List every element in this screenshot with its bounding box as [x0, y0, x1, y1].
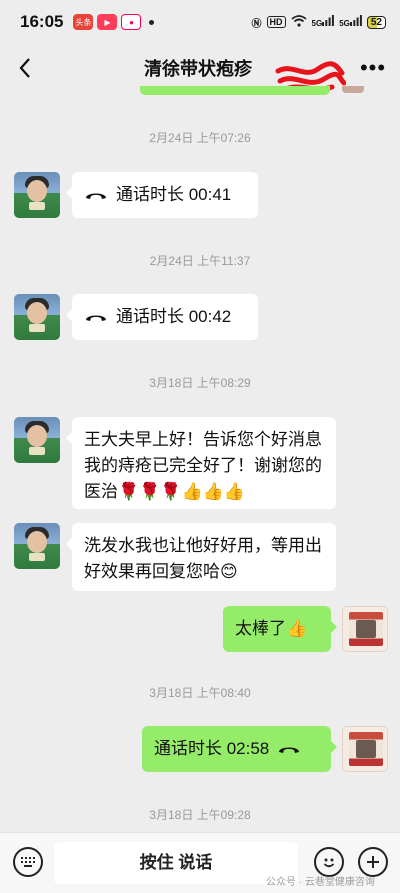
timestamp: 2月24日 上午11:37: [149, 254, 251, 268]
my-avatar[interactable]: [342, 726, 388, 772]
smiley-icon: [323, 858, 335, 868]
my-call-record-bubble[interactable]: 通话时长 02:58: [142, 726, 337, 772]
chat-input-bar: 按住 说话 公众号 · 云巷堂健康咨询: [0, 832, 400, 893]
phone-hangup-icon: [86, 193, 106, 199]
video-app-icon: ▶: [97, 14, 118, 30]
signal-icon-2: 5G: [339, 15, 362, 29]
hold-to-talk-button[interactable]: 按住 说话: [54, 842, 298, 884]
system-icons: Ⓝ HD 5G 5G 52: [251, 14, 386, 30]
contact-avatar[interactable]: [14, 172, 60, 218]
notification-icons: 头条 ▶ ●: [73, 14, 155, 30]
battery-icon: 52: [366, 15, 386, 29]
more-button[interactable]: •••: [346, 44, 400, 92]
timestamp: 3月18日 上午09:28: [149, 808, 251, 822]
call-duration-text: 通话时长 00:42: [116, 307, 232, 326]
signal-icon-1: 5G: [312, 15, 335, 29]
back-button[interactable]: [0, 44, 50, 92]
watermark: 公众号 · 云巷堂健康咨询: [266, 877, 375, 888]
phone-hangup-icon: [86, 315, 106, 321]
pin-app-icon: ●: [121, 14, 142, 30]
contact-avatar[interactable]: [14, 294, 60, 340]
my-text-message-bubble[interactable]: 太棒了👍: [223, 606, 337, 652]
call-duration-text: 通话时长 00:41: [116, 185, 232, 204]
call-record-bubble[interactable]: 通话时长 00:42: [66, 294, 258, 340]
text-message-bubble[interactable]: 王大夫早上好！告诉您个好消息我的痔疮已完全好了！谢谢您的医治🌹🌹🌹👍👍👍: [66, 417, 336, 509]
keyboard-icon: [21, 857, 35, 867]
call-record-bubble[interactable]: 通话时长 00:41: [66, 172, 258, 218]
phone-hangup-icon: [279, 747, 300, 753]
contact-avatar[interactable]: [14, 523, 60, 569]
more-dots-icon: •••: [359, 55, 387, 80]
timestamp: 3月18日 上午08:40: [149, 686, 251, 700]
status-time: 16:05: [20, 12, 64, 31]
keyboard-toggle-button[interactable]: [13, 847, 43, 877]
nfc-icon: Ⓝ: [251, 18, 262, 30]
text-message-bubble[interactable]: 洗发水我也让他好好用，等用出好效果再回复您哈😊: [66, 523, 336, 591]
chat-title: 清徐带状疱疹: [50, 55, 346, 92]
timestamp: 2月24日 上午07:26: [149, 131, 251, 145]
timestamp: 3月18日 上午08:29: [149, 376, 251, 390]
status-bar: 16:05 头条 ▶ ● Ⓝ HD 5G 5G 52: [0, 0, 400, 44]
chat-title-text: 清徐带状疱疹: [144, 59, 252, 79]
toutiao-app-icon: 头条: [73, 14, 94, 30]
my-avatar[interactable]: [342, 606, 388, 652]
more-notifications-icon: [149, 19, 155, 25]
chevron-left-icon: [19, 58, 30, 78]
contact-avatar[interactable]: [14, 417, 60, 463]
hd-icon: HD: [266, 16, 286, 28]
partial-avatar: [342, 86, 364, 93]
partial-message-bubble: [140, 86, 330, 95]
plus-icon: [367, 856, 379, 868]
call-duration-text: 通话时长 02:58: [154, 739, 270, 758]
wifi-icon: [290, 14, 307, 30]
chat-header: 清徐带状疱疹 •••: [0, 44, 400, 92]
